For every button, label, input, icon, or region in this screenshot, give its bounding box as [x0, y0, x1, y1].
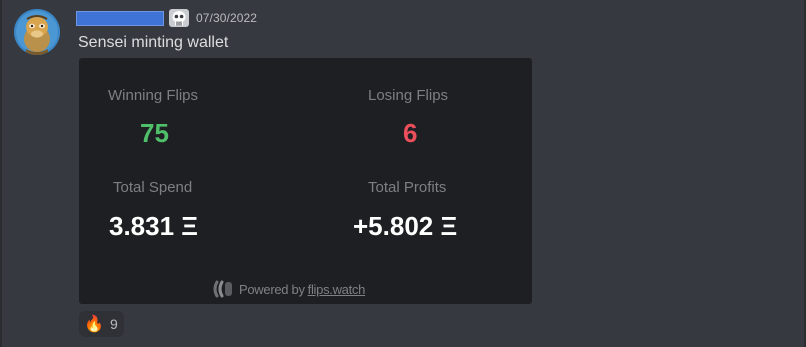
losing-flips-value: 6 [403, 118, 418, 148]
losing-flips-label: Losing Flips [368, 87, 449, 104]
total-profits-value: +5.802 Ξ [353, 211, 458, 241]
total-spend-value: 3.831 Ξ [109, 211, 199, 241]
fire-emoji-icon: 🔥 [84, 316, 104, 333]
message-timestamp[interactable]: 07/30/2022 [196, 11, 257, 25]
total-spend-label: Total Spend [113, 179, 193, 196]
user-avatar[interactable] [14, 9, 60, 55]
flips-watch-logo-icon [213, 280, 232, 298]
reaction-fire[interactable]: 🔥 9 [79, 311, 124, 337]
message-content: Sensei minting wallet [78, 34, 229, 51]
username-redacted[interactable] [76, 10, 164, 26]
winning-flips-label: Winning Flips [108, 87, 199, 104]
skull-badge-icon [169, 9, 189, 27]
chat-message: 07/30/2022 Sensei minting wallet Winning… [0, 0, 806, 347]
reaction-count: 9 [110, 316, 118, 332]
powered-by-footer: Powered by flips.watch [212, 280, 365, 298]
message-header: 07/30/2022 [76, 9, 257, 27]
total-profits-label: Total Profits [368, 179, 447, 196]
flips-embed-card: Winning Flips 75 Losing Flips 6 Total Sp… [79, 58, 532, 304]
winning-flips-value: 75 [140, 118, 169, 148]
ape-avatar-icon [14, 9, 60, 55]
powered-by-text: Powered by [239, 281, 305, 297]
flips-watch-link[interactable]: flips.watch [308, 282, 366, 297]
